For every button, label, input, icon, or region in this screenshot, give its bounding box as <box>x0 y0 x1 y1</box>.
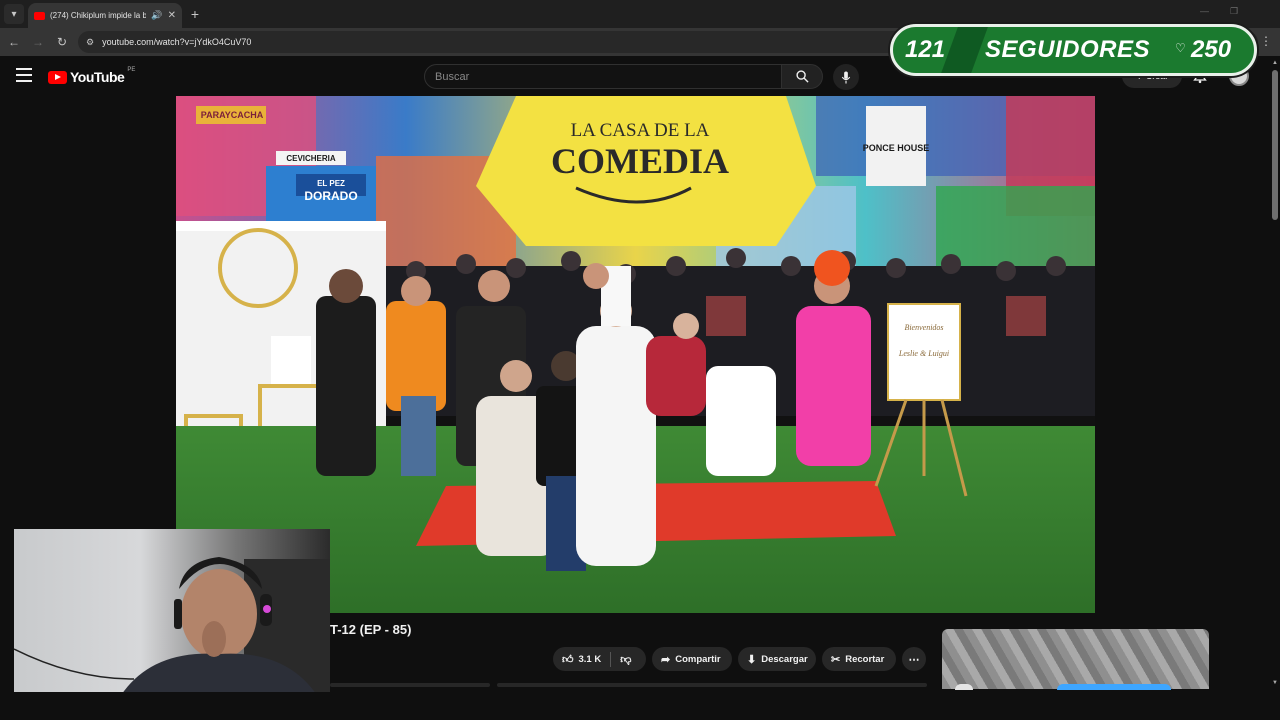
banner-line1: LA CASA DE LA <box>571 120 710 141</box>
video-title: T-12 (EP - 85) <box>330 622 412 637</box>
sign-dorado: DORADO <box>304 189 357 203</box>
scroll-down-icon[interactable]: ▼ <box>1272 680 1278 686</box>
microphone-icon <box>841 70 851 84</box>
minimize-icon[interactable]: — <box>1200 6 1209 16</box>
followers-overlay: 121 SEGUIDORES ♡ 250 <box>890 24 1257 76</box>
like-count[interactable]: 3.1 K <box>579 654 602 665</box>
more-horizontal-icon: ⋯ <box>908 653 920 666</box>
restore-icon[interactable]: ❐ <box>1230 6 1238 17</box>
share-label: Compartir <box>675 653 721 665</box>
browser-tab-active[interactable]: (274) Chikiplum impide la b 🔊 ✕ <box>28 3 182 28</box>
side-panel-thumbnail[interactable] <box>942 629 1209 689</box>
hamburger-menu-icon[interactable] <box>16 68 32 82</box>
search-box[interactable] <box>424 64 782 89</box>
thumbs-down-icon[interactable]: 👎︎ <box>620 653 631 666</box>
clip-button[interactable]: ✂ Recortar <box>822 647 896 671</box>
like-dislike-group: 👍︎ 3.1 K 👎︎ <box>553 647 646 671</box>
download-icon: ⬇ <box>747 653 757 666</box>
followers-count: 121 <box>905 36 946 63</box>
sign-welcome: Bienvenidos <box>904 323 943 332</box>
youtube-logo[interactable]: YouTube PE <box>48 67 136 85</box>
followers-label: SEGUIDORES <box>985 36 1151 63</box>
search-icon <box>795 70 809 83</box>
scroll-up-icon[interactable]: ▲ <box>1272 60 1278 66</box>
logo-wordmark: YouTube <box>70 69 125 85</box>
screen: ▾ (274) Chikiplum impide la b 🔊 ✕ + — ❐ … <box>0 0 1280 720</box>
chevron-down-icon: ▾ <box>11 8 17 20</box>
speaker-icon[interactable]: 🔊 <box>151 10 162 21</box>
description-row-placeholder <box>497 683 927 687</box>
new-tab-button[interactable]: + <box>186 5 204 23</box>
forward-arrow-icon[interactable]: → <box>30 34 46 50</box>
tab-title: (274) Chikiplum impide la b <box>50 11 147 20</box>
sign-names: Leslie & Luigui <box>898 349 949 358</box>
youtube-favicon-icon <box>34 11 45 20</box>
side-panel-avatar[interactable] <box>955 684 973 690</box>
scissors-icon: ✂ <box>831 653 841 666</box>
download-button[interactable]: ⬇ Descargar <box>738 647 816 671</box>
search-input[interactable] <box>435 70 781 83</box>
sign-paraycacha: PARAYCACHA <box>201 110 264 120</box>
share-button[interactable]: ➦ Compartir <box>652 647 732 671</box>
sign-cevicheria: CEVICHERIA <box>286 154 336 163</box>
banner-line2: COMEDIA <box>551 141 729 181</box>
clip-label: Recortar <box>845 653 885 665</box>
sign-el-pez: EL PEZ <box>317 179 345 188</box>
goal-icon: ♡ <box>1175 41 1186 55</box>
bottom-bar <box>0 692 1280 720</box>
reload-icon[interactable]: ↻ <box>54 34 70 50</box>
voice-search-button[interactable] <box>833 64 859 90</box>
browser-menu-icon[interactable]: ⋮ <box>1260 34 1272 48</box>
followers-goal: 250 <box>1191 36 1232 63</box>
sign-ponce-house: PONCE HOUSE <box>863 143 930 153</box>
page-scrollbar[interactable]: ▲ ▼ <box>1270 56 1280 692</box>
region-code: PE <box>127 67 136 73</box>
webcam-frame <box>14 557 330 707</box>
close-icon[interactable]: ✕ <box>168 10 176 21</box>
tab-search-button[interactable]: ▾ <box>4 4 24 24</box>
url-text: youtube.com/watch?v=jYdkO4CuV70 <box>102 37 252 47</box>
like-divider <box>610 651 612 667</box>
more-actions-button[interactable]: ⋯ <box>902 647 926 671</box>
channel-row-placeholder <box>330 683 490 687</box>
side-panel-button[interactable] <box>1057 684 1171 690</box>
scrollbar-thumb[interactable] <box>1272 70 1278 220</box>
share-icon: ➦ <box>661 653 671 666</box>
youtube-play-icon <box>48 70 67 84</box>
thumbs-up-icon[interactable]: 👍︎ <box>562 653 574 666</box>
search-button[interactable] <box>781 64 823 89</box>
webcam-overlay <box>14 529 330 707</box>
download-label: Descargar <box>761 653 808 665</box>
back-arrow-icon[interactable]: ← <box>6 34 22 50</box>
site-info-icon[interactable]: ⚙ <box>86 37 94 48</box>
